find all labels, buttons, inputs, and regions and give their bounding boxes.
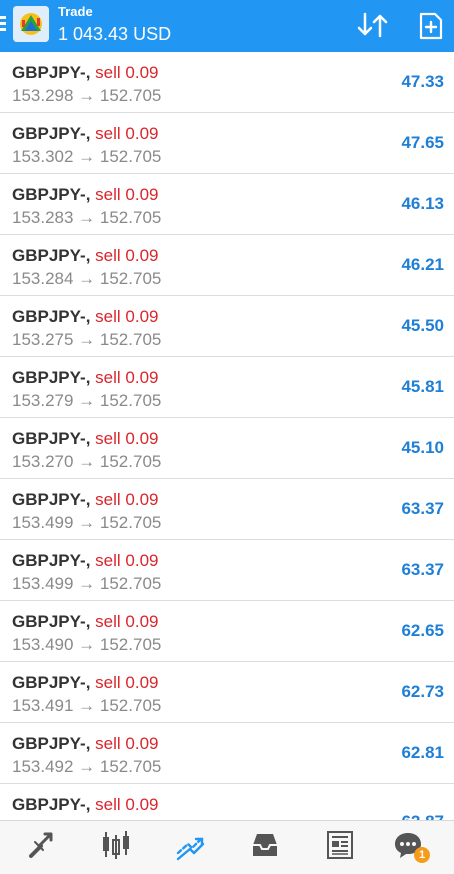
position-symbol: GBPJPY-,	[12, 490, 91, 509]
position-side: sell 0.09	[95, 124, 159, 143]
hamburger-icon[interactable]	[0, 16, 6, 36]
position-prices: 153.490 → 152.705	[12, 635, 162, 654]
position-profit: 47.33	[401, 72, 444, 91]
position-symbol: GBPJPY-,	[12, 795, 91, 814]
position-side: sell 0.09	[95, 63, 159, 82]
position-symbol: GBPJPY-,	[12, 551, 91, 570]
position-row[interactable]: GBPJPY-, sell 0.09 62.87	[0, 784, 454, 820]
position-side: sell 0.09	[95, 734, 159, 753]
position-prices: 153.298 → 152.705	[12, 86, 162, 105]
positions-list[interactable]: GBPJPY-, sell 0.09 153.298 → 152.705 47.…	[0, 52, 454, 820]
charts-icon[interactable]	[96, 829, 136, 865]
position-row[interactable]: GBPJPY-, sell 0.09 153.275 → 152.705 45.…	[0, 296, 454, 357]
position-row[interactable]: GBPJPY-, sell 0.09 153.490 → 152.705 62.…	[0, 601, 454, 662]
position-symbol: GBPJPY-,	[12, 734, 91, 753]
news-icon[interactable]	[320, 829, 360, 865]
position-prices: 153.283 → 152.705	[12, 208, 162, 227]
position-prices: 153.499 → 152.705	[12, 513, 162, 532]
position-symbol: GBPJPY-,	[12, 185, 91, 204]
position-symbol: GBPJPY-,	[12, 612, 91, 631]
position-profit: 62.73	[401, 682, 444, 701]
position-prices: 153.275 → 152.705	[12, 330, 162, 349]
position-symbol: GBPJPY-,	[12, 307, 91, 326]
position-profit: 46.21	[401, 255, 444, 274]
new-order-icon[interactable]	[418, 12, 444, 40]
position-symbol: GBPJPY-,	[12, 63, 91, 82]
position-symbol: GBPJPY-,	[12, 124, 91, 143]
position-row[interactable]: GBPJPY-, sell 0.09 153.298 → 152.705 47.…	[0, 52, 454, 113]
position-profit: 62.81	[401, 743, 444, 762]
notification-badge: 1	[414, 847, 430, 863]
position-prices: 153.499 → 152.705	[12, 574, 162, 593]
top-app-bar: Trade 1 043.43 USD	[0, 0, 454, 52]
position-symbol: GBPJPY-,	[12, 246, 91, 265]
position-side: sell 0.09	[95, 490, 159, 509]
position-symbol: GBPJPY-,	[12, 429, 91, 448]
position-side: sell 0.09	[95, 307, 159, 326]
page-title: Trade	[58, 4, 93, 19]
position-side: sell 0.09	[95, 795, 159, 814]
position-profit: 45.81	[401, 377, 444, 396]
position-side: sell 0.09	[95, 185, 159, 204]
position-profit: 46.13	[401, 194, 444, 213]
position-profit: 62.65	[401, 621, 444, 640]
position-row[interactable]: GBPJPY-, sell 0.09 153.302 → 152.705 47.…	[0, 113, 454, 174]
bottom-navigation: 1	[0, 820, 454, 874]
metatrader-logo	[13, 6, 49, 42]
history-icon[interactable]	[245, 829, 285, 865]
position-profit: 47.65	[401, 133, 444, 152]
position-profit: 63.37	[401, 560, 444, 579]
position-profit: 63.37	[401, 499, 444, 518]
position-row[interactable]: GBPJPY-, sell 0.09 153.279 → 152.705 45.…	[0, 357, 454, 418]
position-symbol: GBPJPY-,	[12, 673, 91, 692]
position-prices: 153.270 → 152.705	[12, 452, 162, 471]
position-row[interactable]: GBPJPY-, sell 0.09 153.283 → 152.705 46.…	[0, 174, 454, 235]
position-side: sell 0.09	[95, 246, 159, 265]
position-prices: 153.492 → 152.705	[12, 757, 162, 776]
quotes-icon[interactable]	[22, 829, 62, 865]
position-row[interactable]: GBPJPY-, sell 0.09 153.270 → 152.705 45.…	[0, 418, 454, 479]
position-row[interactable]: GBPJPY-, sell 0.09 153.499 → 152.705 63.…	[0, 540, 454, 601]
position-side: sell 0.09	[95, 429, 159, 448]
position-prices: 153.491 → 152.705	[12, 696, 162, 715]
position-row[interactable]: GBPJPY-, sell 0.09 153.499 → 152.705 63.…	[0, 479, 454, 540]
position-prices: 153.302 → 152.705	[12, 147, 162, 166]
position-prices: 153.279 → 152.705	[12, 391, 162, 410]
position-side: sell 0.09	[95, 673, 159, 692]
position-prices: 153.284 → 152.705	[12, 269, 162, 288]
position-row[interactable]: GBPJPY-, sell 0.09 153.491 → 152.705 62.…	[0, 662, 454, 723]
position-side: sell 0.09	[95, 612, 159, 631]
trade-icon[interactable]	[170, 829, 210, 865]
chat-icon[interactable]: 1	[388, 829, 430, 865]
sort-icon[interactable]	[356, 12, 390, 38]
position-side: sell 0.09	[95, 551, 159, 570]
position-profit: 45.10	[401, 438, 444, 457]
position-profit: 45.50	[401, 316, 444, 335]
position-row[interactable]: GBPJPY-, sell 0.09 153.492 → 152.705 62.…	[0, 723, 454, 784]
position-profit: 62.87	[401, 812, 444, 820]
position-row[interactable]: GBPJPY-, sell 0.09 153.284 → 152.705 46.…	[0, 235, 454, 296]
position-side: sell 0.09	[95, 368, 159, 387]
account-balance: 1 043.43 USD	[58, 24, 172, 44]
position-symbol: GBPJPY-,	[12, 368, 91, 387]
